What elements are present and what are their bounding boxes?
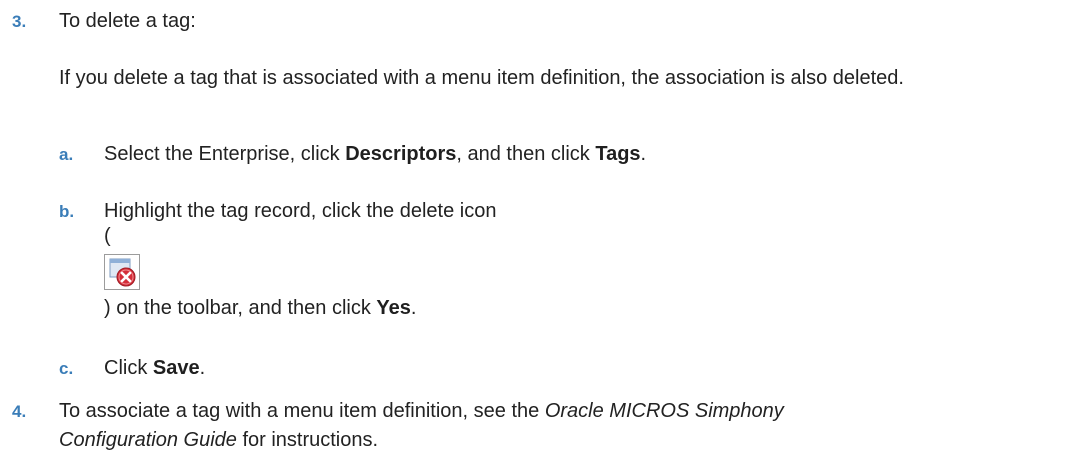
delete-icon: [104, 254, 140, 290]
substep-b-line2: ) on the toolbar, and then click Yes.: [104, 297, 417, 319]
substep-letter: b.: [59, 202, 75, 221]
substep-letter: c.: [59, 359, 74, 378]
delete-icon-graphic: [109, 258, 136, 287]
step-note: If you delete a tag that is associated w…: [59, 67, 904, 89]
descriptors-ui-label: Descriptors: [345, 143, 457, 165]
step-number: 3.: [12, 12, 27, 31]
step-heading: To delete a tag:: [59, 10, 196, 32]
step4-line1: To associate a tag with a menu item defi…: [59, 400, 784, 422]
open-paren: (: [104, 225, 111, 247]
substep-a-text: Select the Enterprise, click Descriptors…: [104, 143, 647, 165]
yes-ui-label: Yes: [376, 297, 411, 319]
tags-ui-label: Tags: [595, 143, 641, 165]
substep-c-text: Click Save.: [104, 357, 206, 379]
step4-line2: Configuration Guide for instructions.: [59, 429, 379, 451]
substep-letter: a.: [59, 145, 74, 164]
guide-title-part1: Oracle MICROS Simphony: [544, 400, 784, 422]
substep-b-line1: Highlight the tag record, click the dele…: [104, 200, 497, 222]
guide-title-part2: Configuration Guide: [59, 429, 237, 451]
step-number: 4.: [12, 402, 27, 421]
save-ui-label: Save: [152, 357, 200, 379]
